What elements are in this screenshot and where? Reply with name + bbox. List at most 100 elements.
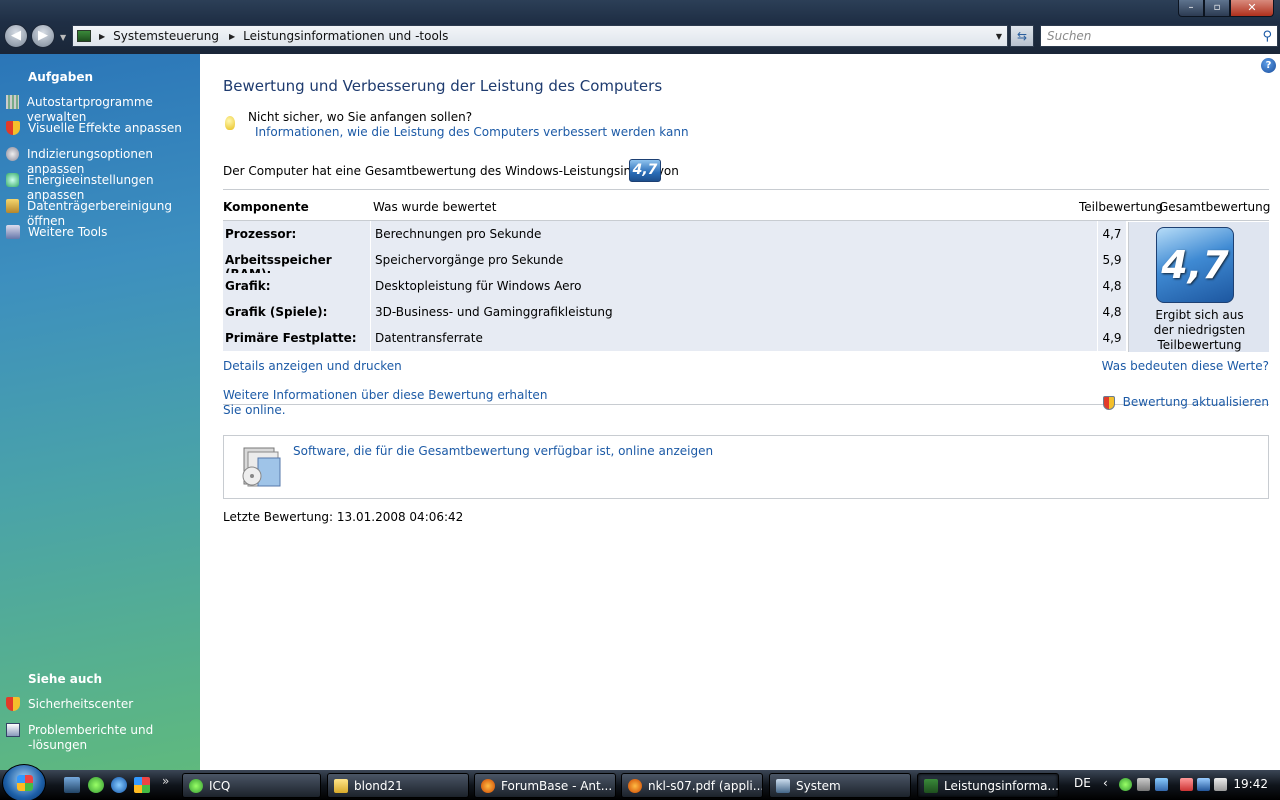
internet-explorer-icon[interactable] [111,777,127,793]
taskbar-item-label: ForumBase - Ant... [501,778,613,793]
shield-icon [6,697,20,711]
address-dropdown-icon[interactable]: ▼ [996,32,1002,41]
row-component: Grafik (Spiele): [223,299,370,325]
problem-reports-icon [6,723,20,737]
startup-icon [6,95,19,109]
update-rating-link[interactable]: Bewertung aktualisieren [1102,395,1269,410]
language-indicator[interactable]: DE [1074,776,1091,790]
breadcrumb-item[interactable]: Leistungsinformationen und -tools [243,29,448,43]
sidebar-item-label-line2: -lösungen [28,738,88,752]
tray-expand-icon[interactable]: ‹ [1103,776,1108,790]
shield-icon [6,121,20,135]
power-tray-icon[interactable] [1180,778,1193,791]
folder-icon [334,778,348,793]
taskbar-item[interactable]: nkl-s07.pdf (appli... [621,773,763,798]
table-header: Komponente Was wurde bewertet Teilbewert… [223,189,1270,221]
indexing-icon [6,147,19,161]
search-input[interactable]: Suchen ⚲ [1040,25,1278,47]
clock[interactable]: 19:42 [1233,777,1268,791]
minimize-button[interactable]: – [1178,0,1204,17]
sidebar-item-visual-effects[interactable]: Visuelle Effekte anpassen [6,121,182,136]
firefox-icon [481,778,495,793]
breadcrumb-separator-icon[interactable]: ▶ [229,32,235,41]
power-icon [6,173,19,187]
row-subscore: 4,8 [1098,299,1126,325]
more-info-link[interactable]: Weitere Informationen über diese Bewertu… [223,388,547,402]
taskbar-item[interactable]: blond21 [327,773,469,798]
overall-score-badge: 4,7 [629,159,661,182]
control-panel-icon [924,778,938,793]
icq-quicklaunch-icon[interactable] [88,777,104,793]
meaning-link[interactable]: Was bedeuten diese Werte? [1102,359,1269,373]
recent-pages-dropdown[interactable]: ▼ [60,33,66,42]
sidebar-item-security-center[interactable]: Sicherheitscenter [6,697,133,712]
media-icon[interactable] [134,777,150,793]
start-button[interactable] [2,764,46,800]
row-rated: Desktopleistung für Windows Aero [371,273,1097,299]
taskbar: » ICQ blond21 ForumBase - Ant... nkl-s07… [0,764,1280,800]
lightbulb-icon [225,116,235,130]
taskbar-item[interactable]: ForumBase - Ant... [474,773,616,798]
details-print-link[interactable]: Details anzeigen und drucken [223,359,402,373]
taskbar-item[interactable]: ICQ [182,773,321,798]
search-placeholder: Suchen [1047,29,1092,43]
table-row: Arbeitsspeicher (RAM): Speichervorgänge … [223,247,1269,281]
improve-performance-link[interactable]: Informationen, wie die Leistung des Comp… [255,125,689,139]
sidebar-item-more-tools[interactable]: Weitere Tools [6,225,107,240]
row-component: Primäre Festplatte: [223,325,370,351]
breadcrumb-separator-icon[interactable]: ▶ [99,32,105,41]
disk-cleanup-icon [6,199,19,213]
overall-score-text: Der Computer hat eine Gesamtbewertung de… [223,164,679,178]
column-header-subscore: Teilbewertung [1079,200,1164,214]
network-tray-icon[interactable] [1155,778,1168,791]
row-component: Grafik: [223,273,370,299]
back-button[interactable]: ◀ [4,24,28,48]
taskbar-item-label: blond21 [354,778,403,793]
search-icon[interactable]: ⚲ [1262,27,1272,47]
taskbar-item[interactable]: System [769,773,911,798]
more-info-link-line2[interactable]: Sie online. [223,403,286,417]
table-row: Grafik (Spiele): 3D-Business- und Gaming… [223,299,1269,325]
address-bar[interactable]: ▶ Systemsteuerung ▶ Leistungsinformation… [72,25,1008,47]
tools-icon [6,225,20,239]
taskbar-item-label: System [796,778,841,793]
quicklaunch-overflow-icon[interactable]: » [162,774,169,788]
maximize-button[interactable]: ▫ [1204,0,1230,17]
sidebar-item-label: Problemberichte und -lösungen [28,723,153,753]
taskbar-item-label: nkl-s07.pdf (appli... [648,778,763,793]
shield-icon [1102,395,1115,410]
base-score-panel: 4,7 Ergibt sich aus der niedrigsten Teil… [1128,222,1269,352]
icq-icon [189,778,203,793]
network-status-icon[interactable] [1197,778,1210,791]
help-icon[interactable]: ? [1261,58,1276,73]
row-rated: Berechnungen pro Sekunde [371,221,1097,247]
close-button[interactable]: ✕ [1230,0,1274,17]
taskbar-item-active[interactable]: Leistungsinforma... [917,773,1059,798]
row-subscore: 4,7 [1098,221,1126,247]
show-desktop-icon[interactable] [64,777,80,793]
column-header-rated: Was wurde bewertet [373,200,497,214]
taskbar-item-label: Leistungsinforma... [944,778,1059,793]
breadcrumb-item[interactable]: Systemsteuerung [113,29,219,43]
forward-button[interactable]: ▶ [31,24,55,48]
sidebar-item-problem-reports[interactable]: Problemberichte und -lösungen [6,723,153,753]
taskbar-item-label: ICQ [209,778,231,793]
hint-question: Nicht sicher, wo Sie anfangen sollen? [248,110,473,124]
device-tray-icon[interactable] [1137,778,1150,791]
volume-icon[interactable] [1214,778,1227,791]
caption-line: der niedrigsten [1153,323,1246,337]
sidebar-item-label: Weitere Tools [28,225,108,239]
last-rating: Letzte Bewertung: 13.01.2008 04:06:42 [223,510,464,524]
row-subscore: 4,9 [1098,325,1126,351]
software-online-link[interactable]: Software, die für die Gesamtbewertung ve… [293,444,713,458]
table-row: Grafik: Desktopleistung für Windows Aero… [223,273,1269,299]
refresh-button[interactable]: ⇆ [1010,25,1034,47]
row-component: Prozessor: [223,221,370,247]
page-title: Bewertung und Verbesserung der Leistung … [223,77,663,95]
see-also-heading: Siehe auch [28,672,103,686]
windows-logo-icon [17,775,33,791]
icq-tray-icon[interactable] [1119,778,1132,791]
system-icon [776,778,790,793]
column-header-component: Komponente [223,200,309,214]
base-score-badge: 4,7 [1156,227,1234,303]
